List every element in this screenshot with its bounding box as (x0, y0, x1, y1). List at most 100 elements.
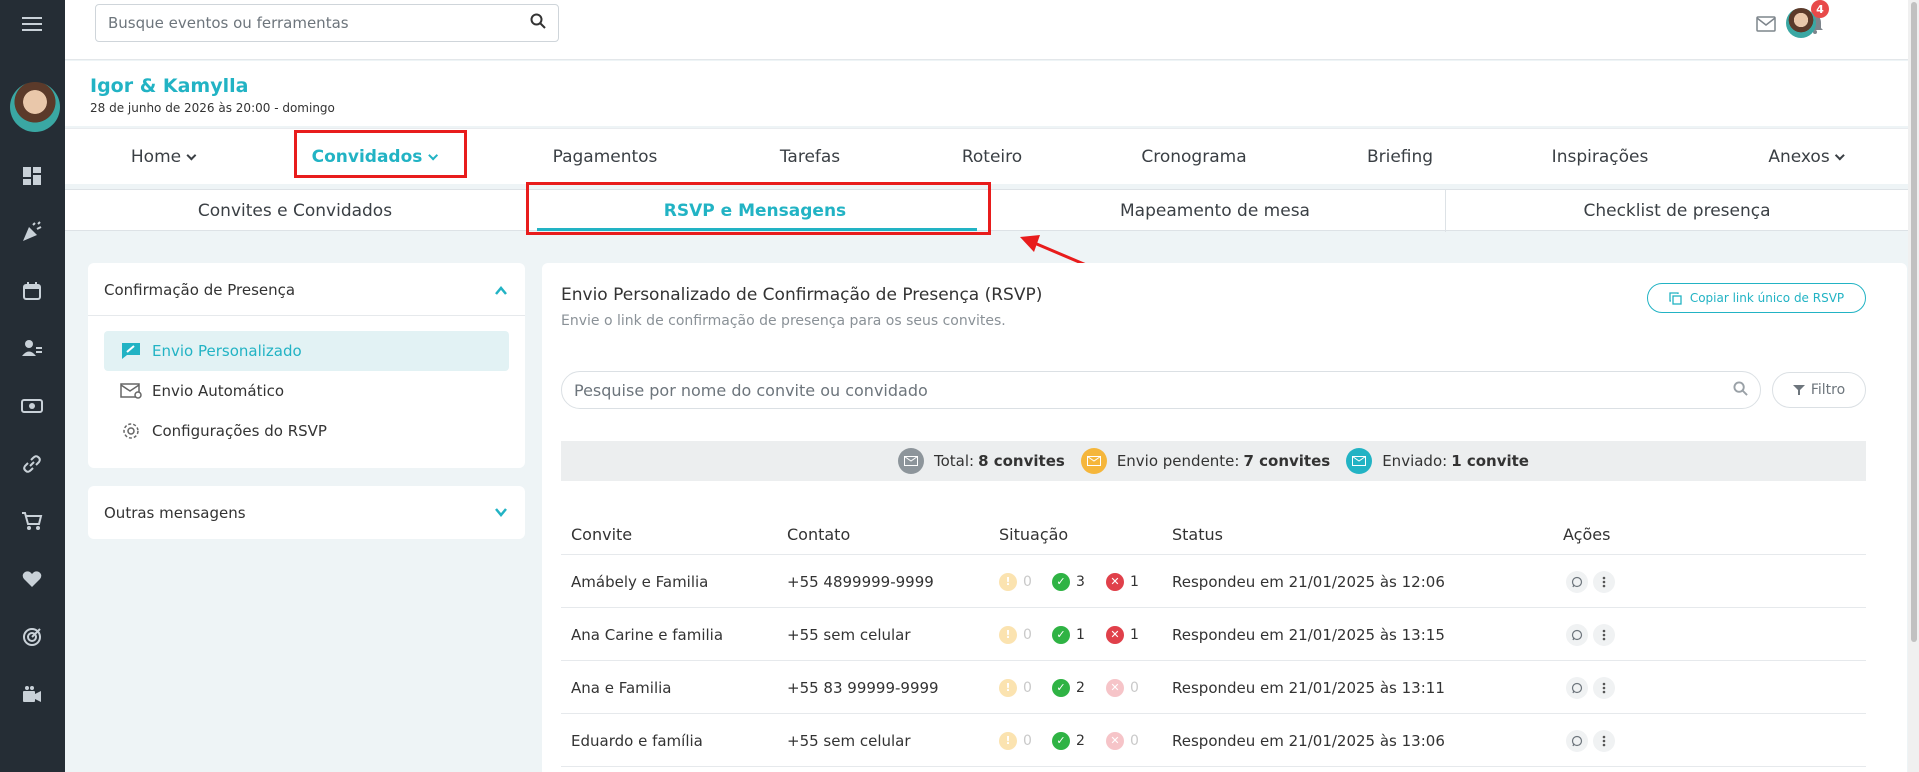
whatsapp-icon[interactable] (1566, 730, 1588, 752)
more-options-icon[interactable] (1593, 730, 1615, 752)
search-icon[interactable] (530, 13, 546, 33)
video-icon[interactable] (18, 681, 46, 709)
chevron-down-icon (186, 150, 197, 160)
tab-convites-convidados-label: Convites e Convidados (197, 201, 393, 221)
rsvp-status: Respondeu em 21/01/2025 às 13:06 (1172, 731, 1445, 750)
pending-alert-icon: ! (999, 731, 1017, 750)
summary-bar: Total: 8 convites Envio pendente: 7 conv… (561, 441, 1866, 481)
invite-name: Ana Carine e familia (571, 625, 724, 644)
nav-tarefas[interactable]: Tarefas (780, 129, 840, 185)
nav-briefing[interactable]: Briefing (1367, 129, 1433, 185)
profile-avatar[interactable] (1786, 8, 1816, 38)
link-icon[interactable] (18, 450, 46, 478)
confirmed-value: 1 (1076, 626, 1085, 643)
close-icon: ✕ (1106, 625, 1124, 644)
sidebar (0, 0, 65, 772)
invite-contact: +55 83 99999-9999 (787, 678, 939, 697)
check-icon: ✓ (1052, 731, 1070, 750)
other-messages-card[interactable]: Outras mensagens (88, 486, 525, 539)
more-options-icon[interactable] (1593, 677, 1615, 699)
copy-rsvp-link-button[interactable]: Copiar link único de RSVP (1647, 283, 1866, 313)
chevron-up-icon[interactable] (495, 285, 507, 297)
party-icon[interactable] (18, 218, 46, 246)
invite-search-input[interactable]: Pesquise por nome do convite ou convidad… (561, 371, 1761, 409)
col-status: Status (1172, 524, 1223, 544)
confirmed-value: 2 (1076, 732, 1085, 749)
user-avatar[interactable] (10, 82, 60, 132)
menu-configuracoes-rsvp[interactable]: Configurações do RSVP (104, 411, 509, 451)
gear-icon (120, 420, 142, 442)
envelope-icon (897, 448, 924, 474)
nav-anexos[interactable]: Anexos (1768, 129, 1846, 185)
heart-icon[interactable] (18, 565, 46, 593)
nav-home[interactable]: Home (131, 129, 197, 185)
nav-pagamentos-label: Pagamentos (552, 147, 658, 167)
tab-mapeamento-mesa-label: Mapeamento de mesa (1120, 201, 1310, 221)
tab-convites-convidados[interactable]: Convites e Convidados (65, 190, 525, 232)
other-messages-title: Outras mensagens (104, 504, 246, 522)
scrollbar-thumb[interactable] (1911, 2, 1917, 642)
calendar-icon[interactable] (18, 277, 46, 305)
pending-value: 0 (1023, 573, 1032, 590)
event-date: 28 de junho de 2026 às 20:00 - domingo (90, 101, 335, 115)
pending-value: 0 (1023, 732, 1032, 749)
whatsapp-icon[interactable] (1566, 624, 1588, 646)
summary-pending-label: Envio pendente: (1116, 452, 1240, 470)
menu-envio-automatico[interactable]: Envio Automático (104, 371, 509, 411)
check-icon: ✓ (1052, 572, 1070, 591)
cart-icon[interactable] (18, 507, 46, 535)
hamburger-menu-icon[interactable] (22, 14, 42, 32)
rsvp-status: Respondeu em 21/01/2025 às 13:15 (1172, 625, 1445, 644)
more-options-icon[interactable] (1593, 624, 1615, 646)
menu-envio-personalizado[interactable]: Envio Personalizado (104, 331, 509, 371)
money-icon[interactable] (18, 392, 46, 420)
col-acoes: Ações (1563, 524, 1611, 544)
nav-pagamentos[interactable]: Pagamentos (553, 129, 658, 185)
nav-roteiro[interactable]: Roteiro (962, 129, 1022, 185)
col-contato: Contato (787, 524, 851, 544)
auto-mail-icon (120, 380, 142, 402)
divider (88, 315, 525, 316)
pending-count: ! 0 (999, 661, 1032, 714)
mail-icon[interactable] (1752, 10, 1780, 38)
declined-count: ✕ 0 (1106, 661, 1139, 714)
tab-mapeamento-mesa[interactable]: Mapeamento de mesa (985, 190, 1446, 232)
pending-count: ! 0 (999, 608, 1032, 661)
table-row: Ana e Familia +55 83 99999-9999! 0 ✓ 2 ✕ 0 Resp… (561, 661, 1866, 714)
nav-inspiracoes[interactable]: Inspirações (1552, 129, 1649, 185)
dashboard-icon[interactable] (18, 162, 46, 190)
target-icon[interactable] (18, 623, 46, 651)
invite-name: Amábely e Familia (571, 572, 709, 591)
nav-cronograma[interactable]: Cronograma (1141, 129, 1246, 185)
global-search-placeholder: Busque eventos ou ferramentas (108, 14, 349, 32)
guests-icon[interactable] (18, 334, 46, 362)
tab-checklist-presenca[interactable]: Checklist de presença (1446, 190, 1908, 232)
filter-button[interactable]: Filtro (1772, 372, 1866, 408)
chevron-down-icon[interactable] (495, 506, 507, 518)
declined-value: 0 (1130, 679, 1139, 696)
nav-tarefas-label: Tarefas (779, 147, 841, 167)
confirmed-count: ✓ 2 (1052, 661, 1085, 714)
search-icon[interactable] (1733, 380, 1748, 400)
event-name: Igor & Kamylla (90, 75, 249, 97)
whatsapp-icon[interactable] (1566, 571, 1588, 593)
sent-envelope-icon (1346, 448, 1373, 474)
global-search-input[interactable]: Busque eventos ou ferramentas (95, 4, 559, 42)
more-options-icon[interactable] (1593, 571, 1615, 593)
pending-alert-icon: ! (999, 678, 1017, 697)
pending-value: 0 (1023, 679, 1032, 696)
close-icon: ✕ (1106, 572, 1124, 591)
tab-checklist-presenca-label: Checklist de presença (1583, 201, 1771, 221)
whatsapp-icon[interactable] (1566, 677, 1588, 699)
close-icon: ✕ (1106, 678, 1124, 697)
check-icon: ✓ (1052, 678, 1070, 697)
pending-count: ! 0 (999, 714, 1032, 767)
summary-sent-value: 1 convite (1451, 452, 1529, 470)
summary-sent-label: Enviado: (1382, 452, 1448, 470)
rsvp-menu-card: Confirmação de Presença Envio Personaliz… (88, 263, 525, 468)
nav-roteiro-label: Roteiro (961, 147, 1023, 167)
declined-value: 1 (1130, 626, 1139, 643)
content-subtitle: Envie o link de confirmação de presença … (561, 313, 1006, 329)
content-title: Envio Personalizado de Confirmação de Pr… (561, 285, 1043, 305)
col-situacao: Situação (999, 524, 1069, 544)
